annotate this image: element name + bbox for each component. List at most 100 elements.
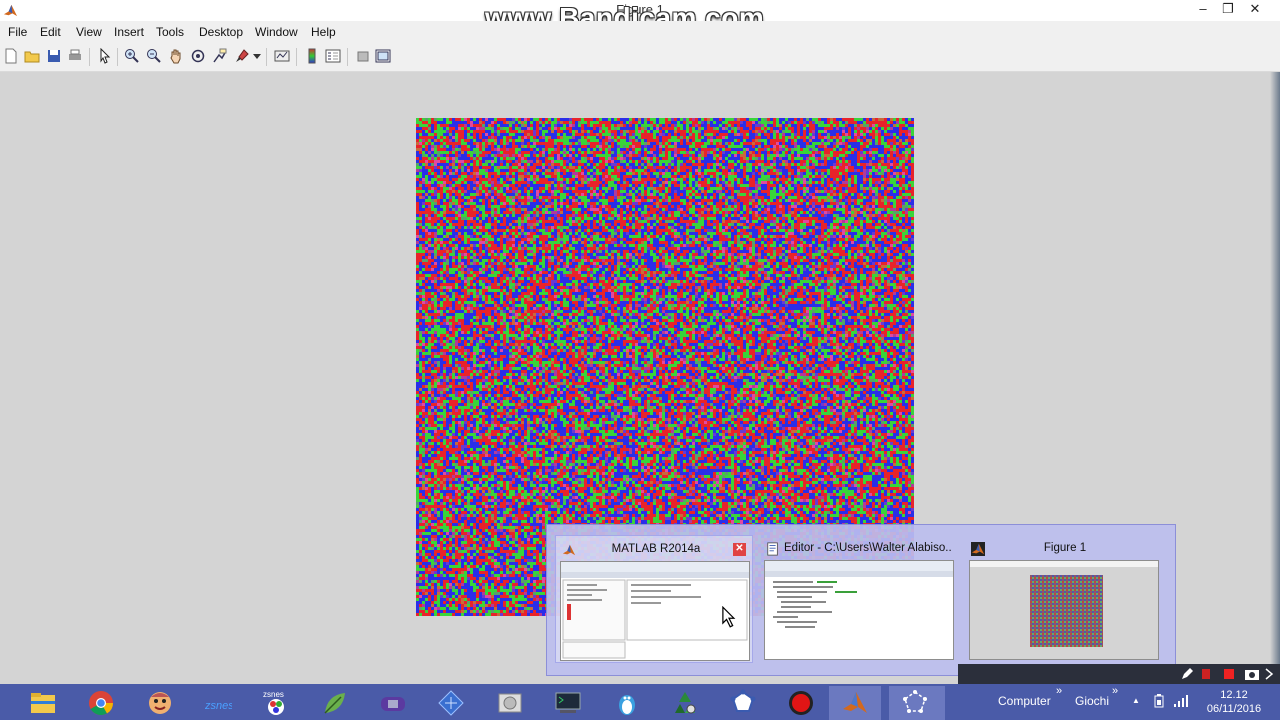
zoom-in-icon[interactable] bbox=[124, 48, 140, 64]
zsnes-icon: zsnes bbox=[204, 689, 232, 717]
thumbnail-matlab[interactable]: MATLAB R2014a ✕ bbox=[555, 535, 753, 663]
tray-expand-icon[interactable]: ▲ bbox=[1132, 696, 1140, 705]
toolbar-computer[interactable]: Computer bbox=[998, 694, 1051, 708]
clock-time: 12.12 bbox=[1196, 688, 1272, 702]
diamond-app-icon bbox=[437, 689, 465, 717]
thumbnail-image bbox=[764, 560, 954, 660]
rotate-3d-icon[interactable] bbox=[190, 48, 206, 64]
zsnes-icon: zsnes bbox=[262, 689, 290, 717]
taskbar-file-explorer[interactable] bbox=[17, 686, 69, 720]
network-app-icon bbox=[729, 689, 757, 717]
chevron-down-icon[interactable] bbox=[253, 54, 261, 60]
taskbar-gameboy[interactable] bbox=[367, 686, 419, 720]
drive-icon bbox=[496, 689, 524, 717]
edit-plot-icon[interactable] bbox=[97, 48, 113, 64]
toolbar-separator bbox=[117, 48, 118, 66]
desktop-edge bbox=[1270, 72, 1280, 684]
thumbnail-title: MATLAB R2014a bbox=[580, 543, 732, 555]
taskbar-matlab[interactable] bbox=[829, 686, 881, 720]
camera-icon[interactable] bbox=[1244, 667, 1260, 681]
hide-plot-tools-icon[interactable] bbox=[355, 48, 371, 64]
matlab-icon bbox=[562, 543, 576, 557]
taskbar-bandicam[interactable] bbox=[775, 686, 827, 720]
taskbar-chrome[interactable] bbox=[75, 686, 127, 720]
new-figure-icon[interactable] bbox=[3, 48, 19, 64]
brush-icon[interactable] bbox=[234, 48, 250, 64]
menu-edit[interactable]: Edit bbox=[40, 25, 61, 39]
save-icon[interactable] bbox=[46, 48, 62, 64]
thumbnail-figure[interactable]: Figure 1 bbox=[965, 535, 1161, 661]
taskbar-leaf-app[interactable] bbox=[309, 686, 361, 720]
toolbar-separator bbox=[89, 48, 90, 66]
menu-insert[interactable]: Insert bbox=[114, 25, 144, 39]
data-cursor-icon[interactable] bbox=[212, 48, 228, 64]
chevron-right-icon[interactable] bbox=[1264, 668, 1274, 680]
toolbar-giochi[interactable]: Giochi bbox=[1075, 694, 1109, 708]
taskbar-game-face[interactable] bbox=[134, 686, 186, 720]
taskbar-network-app[interactable] bbox=[717, 686, 769, 720]
taskbar-zsnes-1[interactable]: zsnes bbox=[192, 686, 244, 720]
taskbar-terminal[interactable] bbox=[542, 686, 594, 720]
gameboy-icon bbox=[379, 689, 407, 717]
taskbar-drive[interactable] bbox=[484, 686, 536, 720]
menu-view[interactable]: View bbox=[76, 25, 102, 39]
thumbnail-title: Editor - C:\Users\Walter Alabiso... bbox=[784, 542, 952, 554]
taskbar-matlab-figure[interactable] bbox=[889, 686, 945, 720]
restore-button[interactable]: ❐ bbox=[1215, 0, 1241, 20]
taskbar-thumbnail-preview: MATLAB R2014a ✕ Editor - C:\Users\Walter… bbox=[546, 524, 1176, 676]
signal-icon[interactable] bbox=[1173, 694, 1189, 708]
thumbnail-title: Figure 1 bbox=[989, 542, 1141, 554]
editor-icon bbox=[766, 542, 780, 556]
taskbar-recycle[interactable] bbox=[659, 686, 711, 720]
recycle-icon bbox=[671, 689, 699, 717]
link-plot-icon[interactable] bbox=[274, 48, 290, 64]
menu-window[interactable]: Window bbox=[255, 25, 298, 39]
record-indicator-icon bbox=[1202, 669, 1210, 679]
thumbnail-image bbox=[969, 560, 1159, 660]
terminal-icon bbox=[554, 689, 582, 717]
taskbar-penguin-app[interactable] bbox=[601, 686, 653, 720]
menu-help[interactable]: Help bbox=[311, 25, 336, 39]
print-icon[interactable] bbox=[67, 48, 83, 64]
matlab-icon bbox=[971, 542, 985, 556]
menu-desktop[interactable]: Desktop bbox=[199, 25, 243, 39]
colorbar-icon[interactable] bbox=[304, 48, 320, 64]
open-file-icon[interactable] bbox=[24, 48, 40, 64]
chevron-right-icon[interactable]: » bbox=[1112, 685, 1118, 697]
zoom-out-icon[interactable] bbox=[146, 48, 162, 64]
toolbar-separator bbox=[266, 48, 267, 66]
pan-icon[interactable] bbox=[168, 48, 184, 64]
menu-file[interactable]: File bbox=[8, 25, 27, 39]
clock-date: 06/11/2016 bbox=[1196, 702, 1272, 716]
file-explorer-icon bbox=[29, 689, 57, 717]
mouse-cursor-icon bbox=[721, 606, 737, 628]
system-clock[interactable]: 12.12 06/11/2016 bbox=[1196, 688, 1272, 716]
chevron-right-icon[interactable]: » bbox=[1056, 685, 1062, 697]
figure-toolbar bbox=[0, 43, 1280, 72]
thumbnail-editor[interactable]: Editor - C:\Users\Walter Alabiso... bbox=[760, 535, 956, 661]
penguin-app-icon bbox=[613, 689, 641, 717]
leaf-app-icon bbox=[321, 689, 349, 717]
legend-icon[interactable] bbox=[325, 48, 341, 64]
windows-taskbar: zsnes zsnes Computer » Giochi » ▲ 12.12 bbox=[0, 684, 1280, 720]
toolbar-separator bbox=[347, 48, 348, 66]
pencil-icon[interactable] bbox=[1180, 667, 1194, 681]
menu-bar: File Edit View Insert Tools Desktop Wind… bbox=[0, 21, 1280, 43]
title-bar: Figure 1 www.Bandicam.com – ❐ ✕ bbox=[0, 0, 1280, 21]
bandicam-record-icon bbox=[787, 689, 815, 717]
minimize-button[interactable]: – bbox=[1190, 0, 1216, 20]
matlab-figure-icon bbox=[901, 689, 929, 717]
recording-toolbar bbox=[958, 664, 1280, 684]
chrome-icon bbox=[87, 689, 115, 717]
battery-icon[interactable] bbox=[1152, 694, 1166, 708]
stop-icon[interactable] bbox=[1224, 669, 1234, 679]
game-face-icon bbox=[146, 689, 174, 717]
matlab-icon bbox=[841, 689, 869, 717]
taskbar-diamond-app[interactable] bbox=[425, 686, 477, 720]
show-plot-tools-icon[interactable] bbox=[375, 48, 391, 64]
menu-tools[interactable]: Tools bbox=[156, 25, 184, 39]
toolbar-separator bbox=[296, 48, 297, 66]
taskbar-zsnes-2[interactable]: zsnes bbox=[250, 686, 302, 720]
thumbnail-close-button[interactable]: ✕ bbox=[733, 543, 746, 556]
close-button[interactable]: ✕ bbox=[1242, 0, 1268, 20]
